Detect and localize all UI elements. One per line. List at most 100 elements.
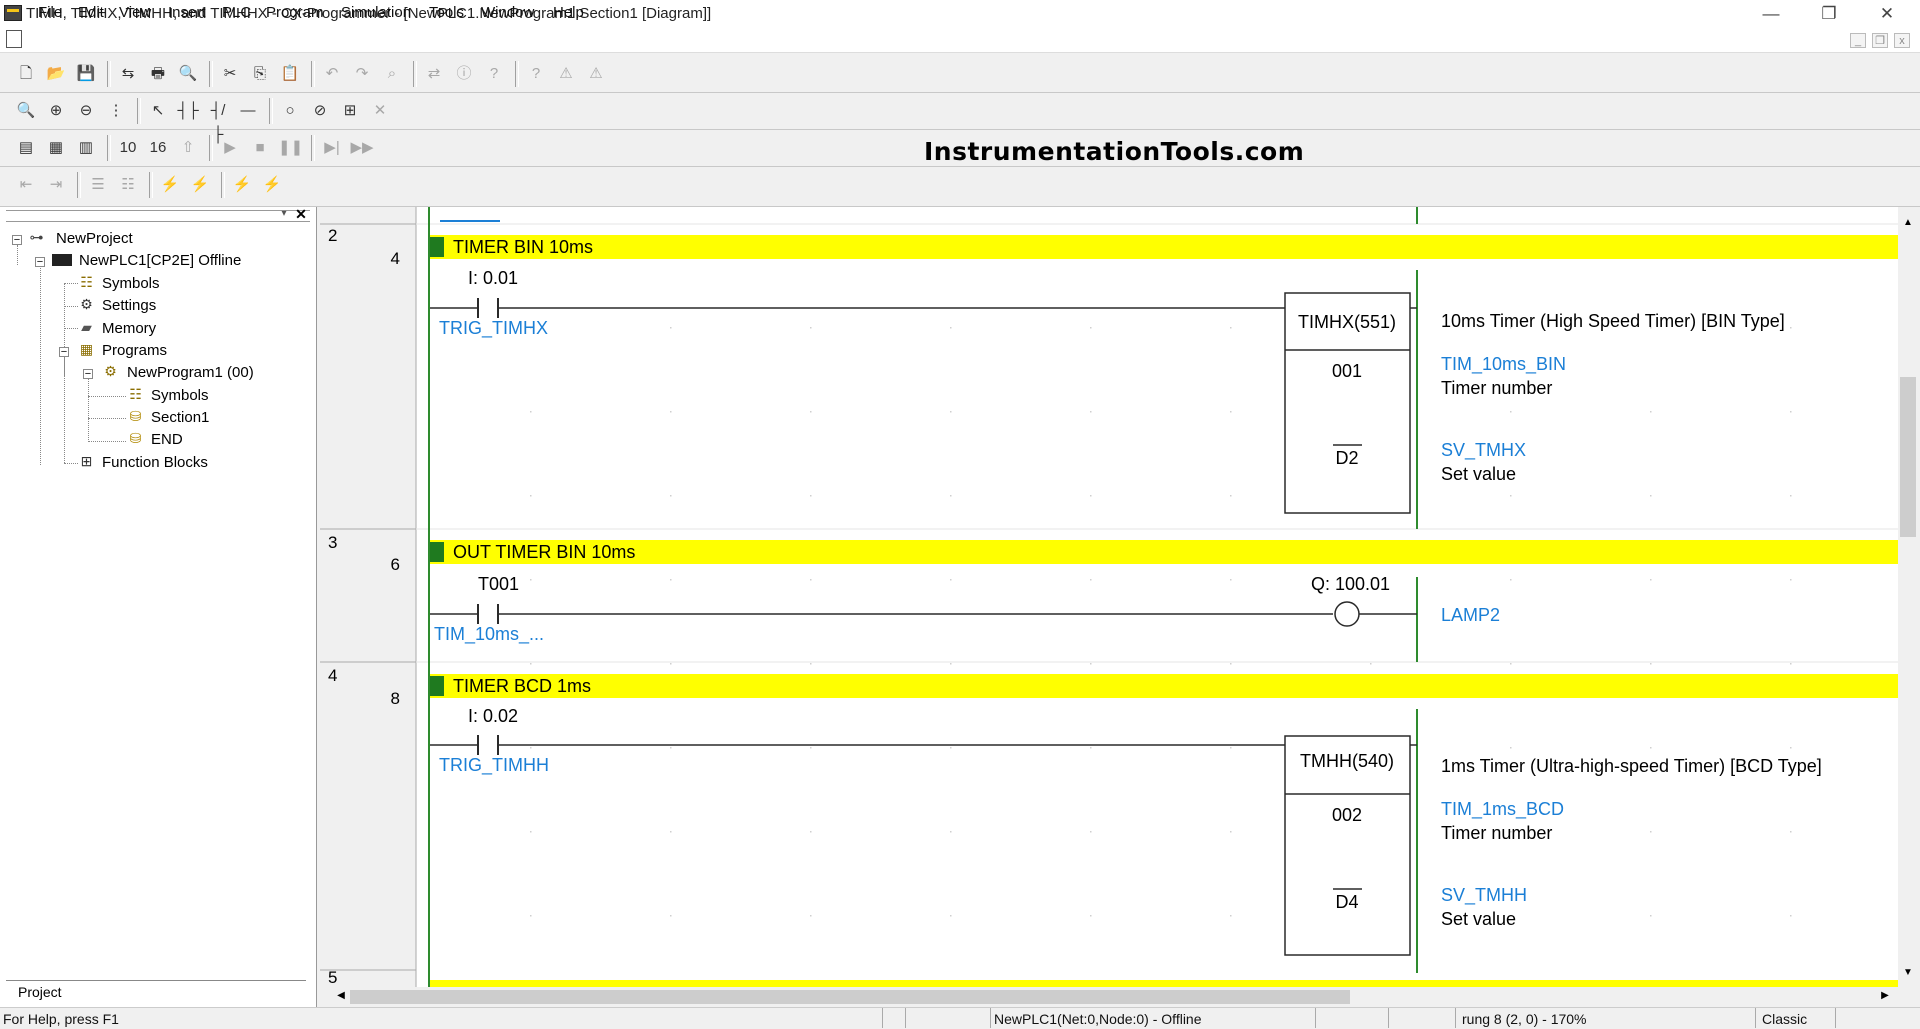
tree-program[interactable]: NewProgram1 (00) — [127, 364, 254, 381]
scroll-thumb[interactable] — [1900, 377, 1916, 537]
step-icon[interactable]: ▶| — [320, 136, 344, 160]
document-icon[interactable] — [6, 30, 22, 48]
contact-nc-icon[interactable]: ┤/├ — [206, 99, 230, 143]
rung-comment-bar[interactable] — [430, 540, 1898, 564]
redo-icon[interactable]: ↷ — [350, 62, 374, 86]
tree-collapse-project[interactable]: − — [12, 235, 22, 246]
list2-icon[interactable]: ☷ — [116, 173, 140, 197]
tree-line — [64, 283, 78, 284]
menu-program[interactable]: Program — [266, 4, 324, 21]
scroll-thumb[interactable] — [350, 990, 1350, 1004]
minimize-button[interactable]: — — [1748, 0, 1794, 28]
tree-project[interactable]: NewProject — [56, 230, 133, 247]
scroll-left-icon[interactable]: ◀ — [334, 990, 348, 1004]
tree-section[interactable]: Section1 — [151, 409, 209, 426]
tree-programs[interactable]: Programs — [102, 342, 167, 359]
cut-icon[interactable]: ✂ — [218, 62, 242, 86]
tree-program-symbols[interactable]: Symbols — [151, 387, 209, 404]
close-icon[interactable]: ✕ — [294, 207, 308, 221]
open-icon[interactable]: 📂 — [44, 62, 68, 86]
rung-comment-bar[interactable] — [430, 674, 1898, 698]
new-icon[interactable]: 🗋 — [14, 62, 38, 86]
info-icon[interactable]: ⓘ — [452, 62, 476, 86]
play-icon[interactable]: ▶ — [218, 136, 242, 160]
force-off-icon[interactable]: ⚡ — [188, 173, 212, 197]
print-icon[interactable]: 🖶 — [146, 62, 170, 86]
output-coil[interactable] — [1334, 601, 1360, 627]
tree-plc[interactable]: NewPLC1[CP2E] Offline — [79, 252, 241, 269]
tree-function-blocks[interactable]: Function Blocks — [102, 454, 208, 471]
online-icon[interactable]: ⇧ — [176, 136, 200, 160]
pause-icon[interactable]: ❚❚ — [278, 136, 303, 160]
output-window-icon[interactable]: ▦ — [44, 136, 68, 160]
zoom-in-icon[interactable]: ⊕ — [44, 99, 68, 123]
scroll-down-icon[interactable]: ▼ — [1900, 967, 1916, 981]
force-cancel-icon[interactable]: ⚡ — [230, 173, 254, 197]
find-icon[interactable]: ⌕ — [380, 62, 404, 86]
counter-10-icon[interactable]: 10 — [116, 136, 140, 160]
scroll-right-icon[interactable]: ▶ — [1878, 990, 1892, 1004]
menu-tools[interactable]: Tools — [429, 4, 464, 21]
indent-icon[interactable]: ⇤ — [14, 173, 38, 197]
delete-icon[interactable]: ✕ — [368, 99, 392, 123]
mdi-close-button[interactable]: x — [1894, 33, 1910, 48]
paste-icon[interactable]: 📋 — [278, 62, 302, 86]
contact-no-icon[interactable]: ┤├ — [176, 99, 200, 123]
coil-icon[interactable]: ○ — [278, 99, 302, 123]
outdent-icon[interactable]: ⇥ — [44, 173, 68, 197]
compare-icon[interactable]: ⇆ — [116, 62, 140, 86]
vertical-scrollbar[interactable]: ▲ ▼ — [1898, 207, 1918, 987]
menu-help[interactable]: Help — [553, 4, 584, 21]
list-icon[interactable]: ☰ — [86, 173, 110, 197]
force-clear-icon[interactable]: ⚡ — [260, 173, 284, 197]
select-icon[interactable]: ↖ — [146, 99, 170, 123]
menu-view[interactable]: View — [119, 4, 151, 21]
zoom-icon[interactable]: 🔍 — [14, 99, 38, 123]
tree-collapse-program[interactable]: − — [83, 369, 93, 380]
ladder-diagram[interactable]: 2 4 TIMER BIN 10ms I: 0.01 TRIG_TIMHX TI… — [320, 207, 1898, 987]
tree-collapse-plc[interactable]: − — [35, 257, 45, 268]
menu-edit[interactable]: Edit — [78, 4, 104, 21]
zoom-out-icon[interactable]: ⊖ — [74, 99, 98, 123]
tree-symbols[interactable]: Symbols — [102, 275, 160, 292]
menu-simulation[interactable]: Simulation — [341, 4, 411, 21]
menu-file[interactable]: File — [38, 4, 62, 21]
run-icon[interactable]: ⚠ — [584, 62, 608, 86]
warning-icon[interactable]: ⚠ — [554, 62, 578, 86]
mdi-restore-button[interactable]: ❐ — [1872, 33, 1888, 48]
tree-settings[interactable]: Settings — [102, 297, 156, 314]
counter-16-icon[interactable]: 16 — [146, 136, 170, 160]
menu-plc[interactable]: PLC — [222, 4, 251, 21]
horizontal-scrollbar[interactable]: ◀ ▶ — [330, 987, 1898, 1007]
rung-comment-bar[interactable] — [430, 235, 1898, 259]
line-h-icon[interactable]: — — [236, 99, 260, 123]
tab-project[interactable]: Project — [6, 982, 78, 1002]
tree-memory[interactable]: Memory — [102, 320, 156, 337]
close-button[interactable]: ✕ — [1864, 0, 1910, 28]
watch-window-icon[interactable]: ▥ — [74, 136, 98, 160]
app-icon[interactable] — [4, 5, 22, 21]
stop-icon[interactable]: ■ — [248, 136, 272, 160]
tree-end[interactable]: END — [151, 431, 183, 448]
force-on-icon[interactable]: ⚡ — [158, 173, 182, 197]
pin-icon[interactable]: ▾ — [278, 208, 290, 220]
save-icon[interactable]: 💾 — [74, 62, 98, 86]
coil-nc-icon[interactable]: ⊘ — [308, 99, 332, 123]
undo-icon[interactable]: ↶ — [320, 62, 344, 86]
project-window-icon[interactable]: ▤ — [14, 136, 38, 160]
copy-icon[interactable]: ⎘ — [248, 62, 272, 86]
fast-forward-icon[interactable]: ▶▶ — [350, 136, 374, 160]
print-preview-icon[interactable]: 🔍 — [176, 62, 200, 86]
context-help-icon[interactable]: ? — [524, 62, 548, 86]
menu-insert[interactable]: Insert — [168, 4, 206, 21]
instruction-icon[interactable]: ⊞ — [338, 99, 362, 123]
scroll-up-icon[interactable]: ▲ — [1900, 217, 1916, 231]
grid-icon[interactable]: ⋮ — [104, 99, 128, 123]
replace-icon[interactable]: ⇄ — [422, 62, 446, 86]
workspace-grip[interactable] — [6, 210, 310, 222]
restore-button[interactable]: ❐ — [1806, 0, 1852, 28]
mdi-minimize-button[interactable]: _ — [1850, 33, 1866, 48]
tree-collapse-programs[interactable]: − — [59, 347, 69, 358]
menu-window[interactable]: Window — [481, 4, 534, 21]
help-icon[interactable]: ? — [482, 62, 506, 86]
